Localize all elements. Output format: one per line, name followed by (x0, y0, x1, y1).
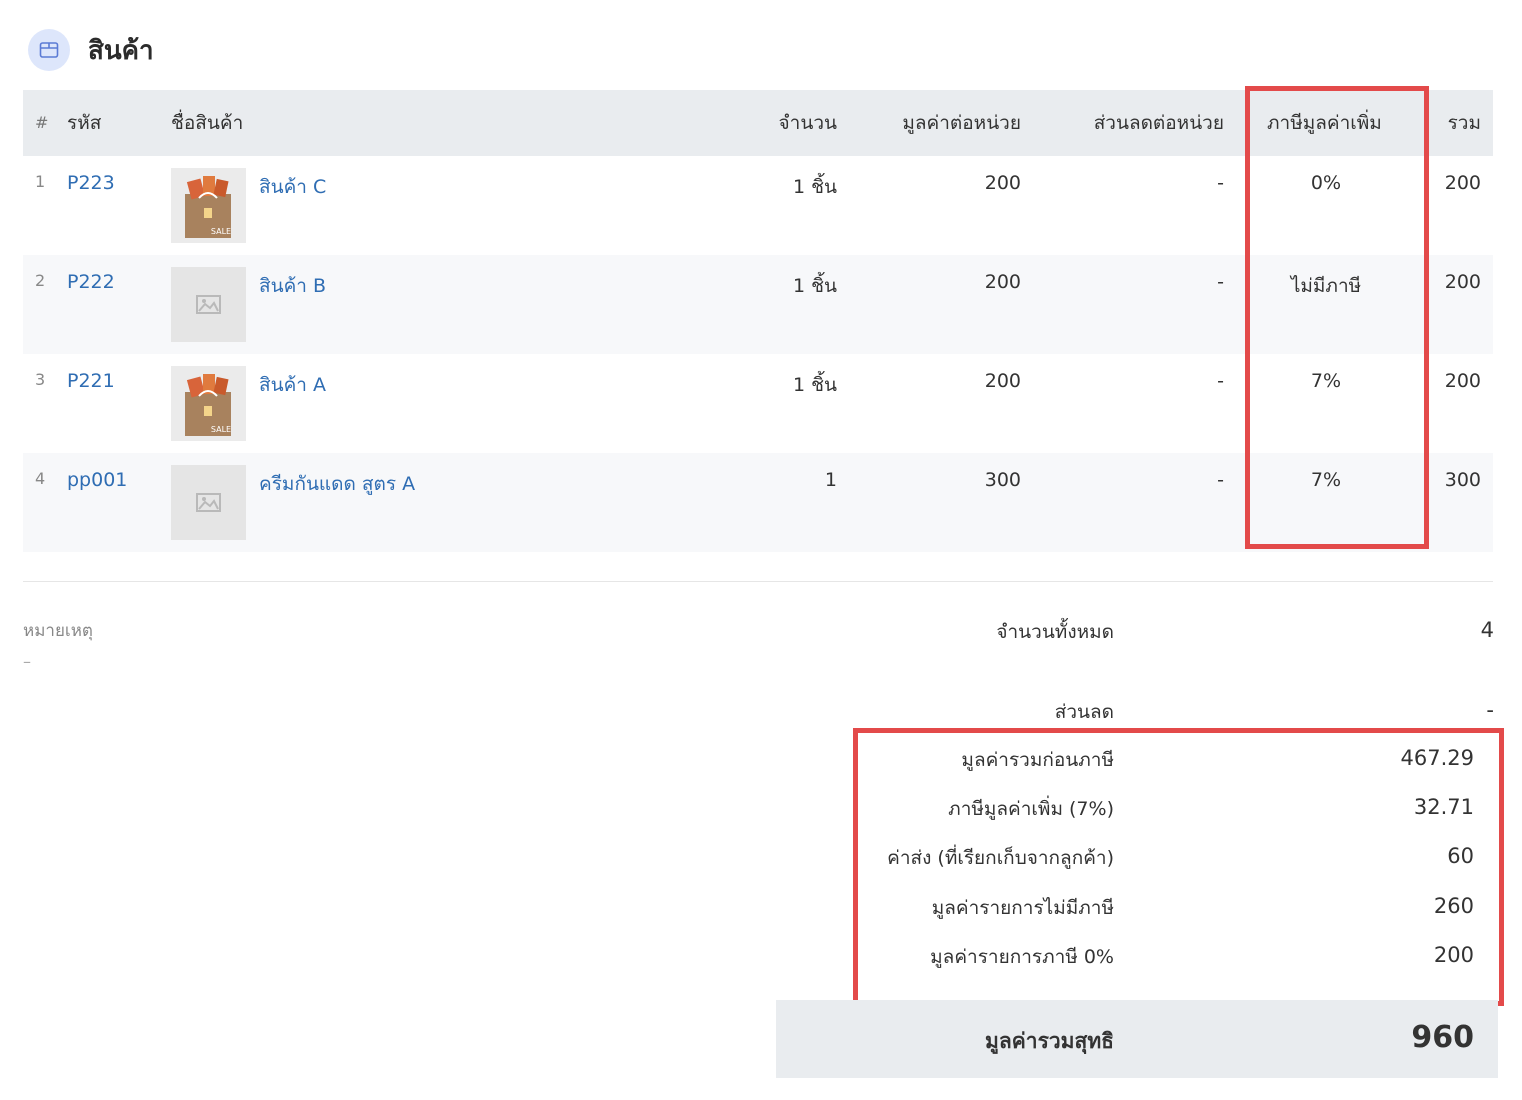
placeholder-image-icon (171, 465, 246, 540)
unit-price-value: 300 (984, 469, 1021, 491)
header-code: รหัส (67, 112, 102, 134)
shopping-bag-image: SALE (171, 366, 246, 441)
row-index: 1 (35, 172, 46, 191)
header-qty: จำนวน (778, 112, 837, 134)
unit-discount-value: - (1217, 271, 1224, 293)
row-total-value: 200 (1444, 271, 1481, 293)
unit-price-value: 200 (984, 271, 1021, 293)
row-index: 2 (35, 271, 46, 290)
unit-price-value: 200 (984, 172, 1021, 194)
product-name-link[interactable]: สินค้า B (259, 271, 326, 301)
product-code-link[interactable]: P223 (67, 172, 115, 194)
header-name: ชื่อสินค้า (171, 112, 244, 134)
section-header: สินค้า (28, 28, 154, 72)
shopping-bag-image: SALE (171, 168, 246, 243)
header-unit-discount: ส่วนลดต่อหน่วย (1093, 112, 1224, 134)
row-total-value: 200 (1444, 370, 1481, 392)
row-index: 3 (35, 370, 46, 389)
net-total-value: 960 (1411, 1020, 1474, 1055)
notes-value: – (23, 652, 31, 671)
product-name-link[interactable]: ครีมกันแดด สูตร A (259, 469, 415, 499)
header-total: รวม (1447, 112, 1481, 134)
total-qty-value: 4 (1480, 618, 1494, 642)
row-index: 4 (35, 469, 46, 488)
section-title: สินค้า (88, 35, 154, 66)
tax-summary-highlight (853, 728, 1504, 1006)
qty-value: 1 ชิ้น (792, 275, 837, 297)
vat-column-highlight (1245, 86, 1429, 549)
net-total-label: มูลค่ารวมสุทธิ (985, 1029, 1114, 1053)
total-qty-label: จำนวนทั้งหมด (996, 621, 1114, 643)
product-code-link[interactable]: pp001 (67, 469, 127, 491)
qty-value: 1 ชิ้น (792, 176, 837, 198)
svg-text:SALE: SALE (211, 227, 231, 236)
qty-value: 1 ชิ้น (792, 374, 837, 396)
header-index: # (35, 113, 49, 132)
box-icon (28, 29, 70, 71)
qty-value: 1 (824, 469, 837, 491)
row-total-value: 300 (1444, 469, 1481, 491)
product-code-link[interactable]: P222 (67, 271, 115, 293)
unit-discount-value: - (1217, 370, 1224, 392)
svg-text:SALE: SALE (211, 425, 231, 434)
divider (23, 581, 1493, 582)
discount-value: - (1486, 698, 1494, 722)
header-unit-price: มูลค่าต่อหน่วย (902, 112, 1021, 134)
notes-label: หมายเหตุ (23, 621, 93, 641)
net-total-box (776, 1000, 1498, 1078)
product-name-link[interactable]: สินค้า C (259, 172, 326, 202)
placeholder-image-icon (171, 267, 246, 342)
product-name-link[interactable]: สินค้า A (259, 370, 326, 400)
product-code-link[interactable]: P221 (67, 370, 115, 392)
unit-discount-value: - (1217, 469, 1224, 491)
unit-price-value: 200 (984, 370, 1021, 392)
discount-label: ส่วนลด (1054, 701, 1114, 723)
unit-discount-value: - (1217, 172, 1224, 194)
row-total-value: 200 (1444, 172, 1481, 194)
